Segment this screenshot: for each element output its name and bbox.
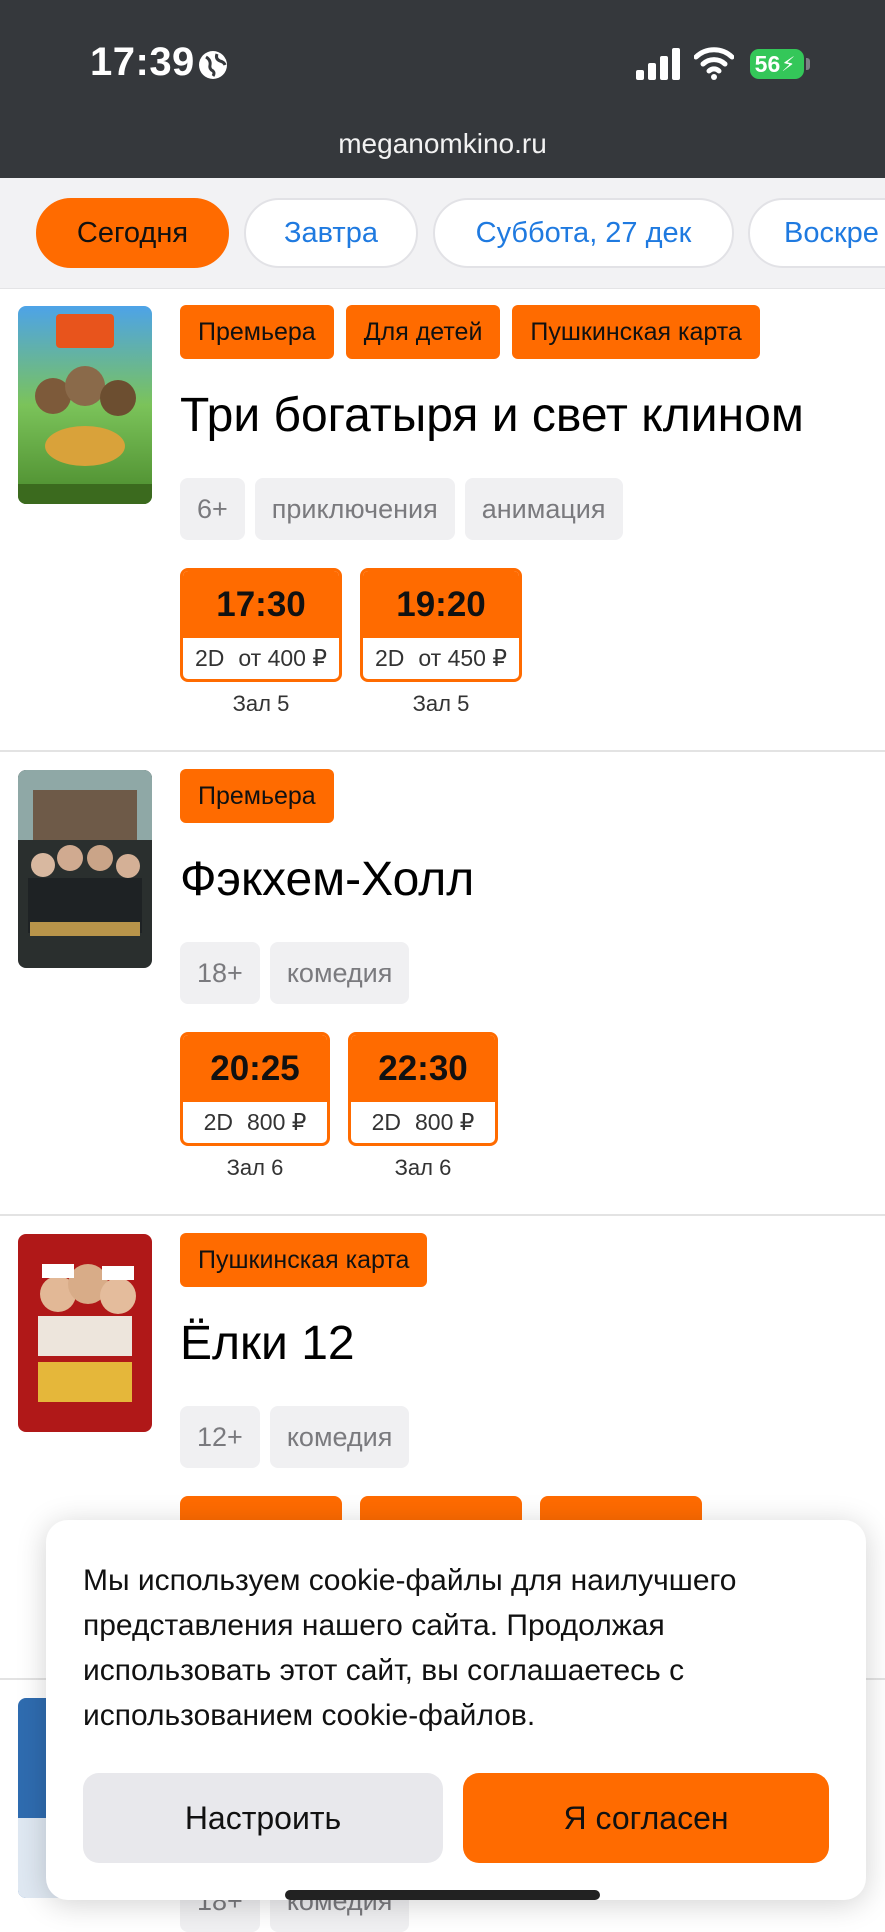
- session[interactable]: 17:30 2D от 400 ₽ Зал 5: [180, 568, 342, 717]
- movie-meta: 18+ комедия: [180, 942, 410, 1004]
- session-button[interactable]: 22:30 2D 800 ₽: [348, 1032, 498, 1146]
- tag-premiere[interactable]: Премьера: [180, 305, 334, 359]
- session-price: от 450 ₽: [418, 645, 507, 671]
- movie-title[interactable]: Фэкхем-Холл: [180, 852, 474, 907]
- status-time: 17:39: [90, 40, 195, 84]
- tab-sunday[interactable]: Воскре: [748, 198, 885, 268]
- genre: анимация: [464, 478, 623, 540]
- tag-kids[interactable]: Для детей: [345, 305, 501, 359]
- session-button[interactable]: 17:30 2D от 400 ₽: [180, 568, 342, 682]
- cookie-text: Мы используем cookie-файлы для наилучшег…: [83, 1564, 737, 1732]
- movie-title[interactable]: Три богатыря и свет клином: [180, 388, 804, 443]
- session-price: от 400 ₽: [238, 645, 327, 671]
- session-hall: Зал 6: [394, 1155, 452, 1180]
- configure-button[interactable]: Настроить: [83, 1773, 443, 1863]
- session-format: 2D: [194, 645, 225, 671]
- session-time: 17:30: [183, 571, 339, 638]
- session-price: 800 ₽: [247, 1109, 307, 1135]
- age-rating: 18+: [180, 942, 260, 1004]
- session-hall: Зал 5: [412, 691, 470, 716]
- session-time: 19:20: [363, 571, 519, 638]
- movie-poster[interactable]: [18, 306, 152, 504]
- battery-tip: [806, 58, 810, 70]
- session-hall: Зал 5: [232, 691, 290, 716]
- movie-tags: Пушкинская карта: [180, 1233, 428, 1287]
- age-rating: 6+: [180, 478, 245, 540]
- address-bar-url[interactable]: meganomkino.ru: [0, 128, 885, 160]
- signal-icon: [636, 48, 680, 80]
- session[interactable]: 19:20 2D от 450 ₽ Зал 5: [360, 568, 522, 717]
- session-button[interactable]: 19:20 2D от 450 ₽: [360, 568, 522, 682]
- agree-button[interactable]: Я согласен: [463, 1773, 829, 1863]
- movie-title[interactable]: Ёлки 12: [180, 1316, 355, 1371]
- session-info: 2D от 450 ₽: [363, 638, 519, 679]
- sessions: 20:25 2D 800 ₽ Зал 6 22:30 2D 800 ₽ Зал …: [180, 1032, 498, 1181]
- session-info: 2D от 400 ₽: [183, 638, 339, 679]
- genre: приключения: [254, 478, 455, 540]
- session[interactable]: 22:30 2D 800 ₽ Зал 6: [348, 1032, 498, 1181]
- movie-tags: Премьера: [180, 769, 334, 823]
- session-time: 20:25: [183, 1035, 327, 1102]
- session-button[interactable]: 20:25 2D 800 ₽: [180, 1032, 330, 1146]
- battery-level: 56: [754, 50, 781, 77]
- session-info: 2D 800 ₽: [351, 1102, 495, 1143]
- movie-meta: 6+ приключения анимация: [180, 478, 623, 540]
- globe-icon: [199, 51, 227, 79]
- tab-tomorrow[interactable]: Завтра: [244, 198, 418, 268]
- movie-meta: 12+ комедия: [180, 1406, 410, 1468]
- wifi-icon: [694, 47, 734, 80]
- tab-today[interactable]: Сегодня: [36, 198, 229, 268]
- tab-saturday[interactable]: Суббота, 27 дек: [433, 198, 734, 268]
- genre: комедия: [269, 1406, 410, 1468]
- cookie-banner: Мы используем cookie-файлы для наилучшег…: [46, 1520, 866, 1900]
- battery-icon: 56 ⚡: [750, 49, 804, 79]
- age-rating: 12+: [180, 1406, 260, 1468]
- movie-card: Премьера Для детей Пушкинская карта Три …: [0, 288, 885, 752]
- session-format: 2D: [374, 645, 405, 671]
- movie-poster[interactable]: [18, 770, 152, 968]
- tag-pushkin-card[interactable]: Пушкинская карта: [512, 305, 760, 359]
- date-tabs: Сегодня Завтра Суббота, 27 дек Воскре: [0, 178, 885, 289]
- movie-poster[interactable]: [18, 1234, 152, 1432]
- genre: комедия: [269, 942, 410, 1004]
- home-indicator[interactable]: [285, 1890, 600, 1900]
- session-time: 22:30: [351, 1035, 495, 1102]
- tag-premiere[interactable]: Премьера: [180, 769, 334, 823]
- tag-pushkin-card[interactable]: Пушкинская карта: [180, 1233, 428, 1287]
- session-price: 800 ₽: [415, 1109, 475, 1135]
- session-format: 2D: [203, 1109, 233, 1135]
- movie-tags: Премьера Для детей Пушкинская карта: [180, 305, 760, 359]
- session-hall: Зал 6: [226, 1155, 284, 1180]
- session-info: 2D 800 ₽: [183, 1102, 327, 1143]
- status-bar: 17:39 56 ⚡ meganomkino.ru: [0, 0, 885, 178]
- sessions: 17:30 2D от 400 ₽ Зал 5 19:20 2D от 450 …: [180, 568, 522, 717]
- session[interactable]: 20:25 2D 800 ₽ Зал 6: [180, 1032, 330, 1181]
- session-format: 2D: [371, 1109, 401, 1135]
- movie-card: Премьера Фэкхем-Холл 18+ комедия 20:25 2…: [0, 752, 885, 1216]
